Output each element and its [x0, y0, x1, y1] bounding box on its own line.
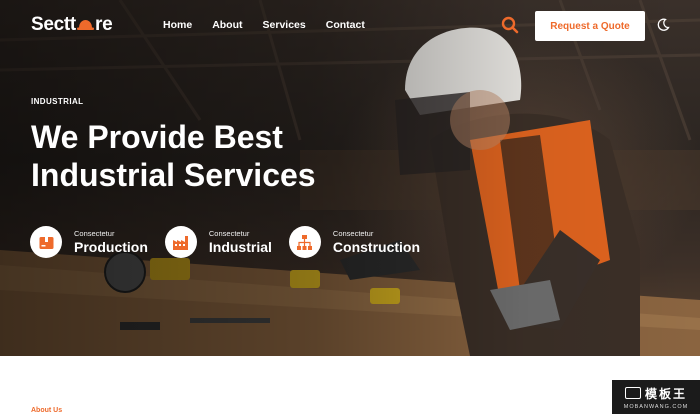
hero-eyebrow: INDUSTRIAL	[31, 97, 84, 106]
nav-contact[interactable]: Contact	[326, 19, 365, 31]
logo-mark-icon	[624, 387, 641, 399]
watermark-badge: 模板王 MOBANWANG.COM	[612, 380, 700, 414]
feature-industrial[interactable]: Consectetur Industrial	[164, 226, 272, 258]
logo[interactable]: Sectt re	[31, 14, 113, 36]
feature-icon-wrap	[164, 226, 197, 258]
hero-headline: We Provide Best Industrial Services	[31, 119, 316, 193]
hierarchy-icon	[297, 234, 313, 250]
feature-list: Consectetur Production Consectetur Indus…	[30, 226, 437, 258]
about-section-label: About Us	[31, 407, 63, 414]
nav-about[interactable]: About	[212, 19, 242, 31]
factory-icon	[173, 235, 189, 250]
request-quote-button[interactable]: Request a Quote	[535, 11, 645, 41]
feature-title: Production	[74, 239, 148, 255]
dark-mode-toggle-icon[interactable]	[656, 18, 670, 32]
nav-home[interactable]: Home	[163, 19, 192, 31]
box-icon	[39, 236, 53, 249]
feature-kicker: Consectetur	[208, 229, 250, 238]
feature-icon-wrap	[288, 226, 321, 258]
feature-icon-wrap	[30, 226, 62, 258]
search-icon[interactable]	[501, 16, 519, 34]
feature-title: Construction	[332, 239, 421, 255]
hard-hat-icon	[76, 19, 94, 30]
feature-title: Industrial	[208, 239, 272, 255]
feature-kicker: Consectetur	[332, 229, 374, 238]
main-nav: Home About Services Contact	[163, 19, 365, 31]
feature-kicker: Consectetur	[74, 229, 115, 238]
feature-construction[interactable]: Consectetur Construction	[288, 226, 421, 258]
nav-services[interactable]: Services	[263, 19, 306, 31]
feature-production[interactable]: Consectetur Production	[30, 226, 148, 258]
hero-section: Sectt re Home About Services Contact Requ…	[0, 0, 700, 356]
